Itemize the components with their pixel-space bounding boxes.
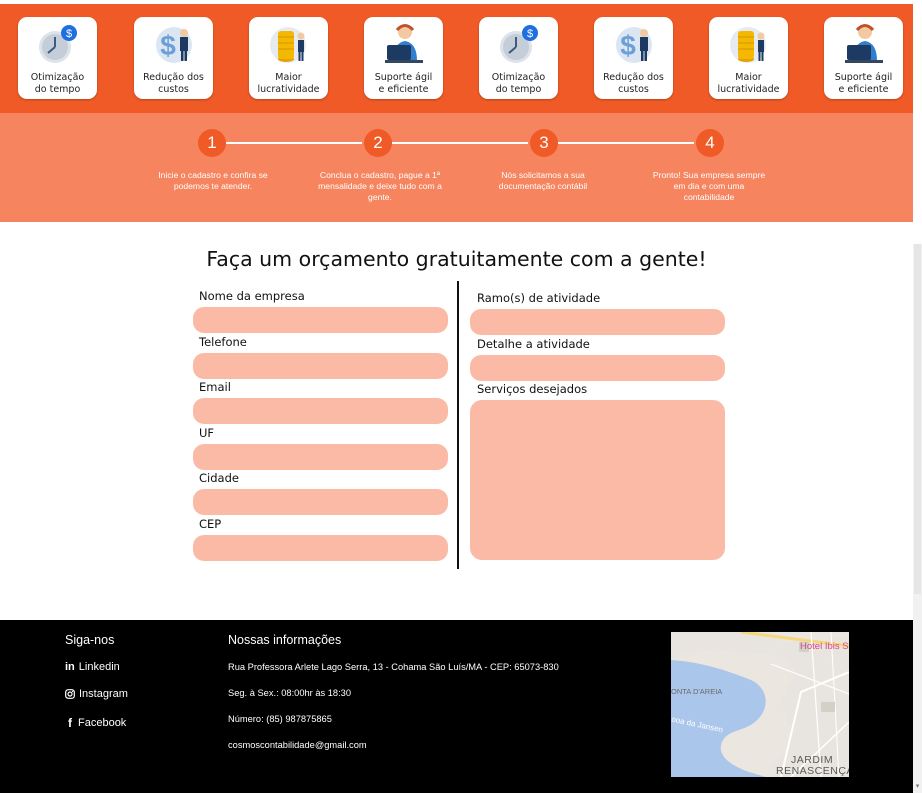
linkedin-label: Linkedin bbox=[78, 661, 120, 673]
footer: Siga-nos in Linkedin Instagram f Faceboo… bbox=[0, 620, 913, 793]
step-text: Conclua o cadastro, pague a 1ª mensalida… bbox=[318, 170, 442, 202]
facebook-icon: f bbox=[68, 716, 72, 730]
benefit-card: $ Otimização do tempo bbox=[479, 17, 558, 99]
benefit-label: Maior lucratividade bbox=[717, 72, 780, 95]
instagram-icon bbox=[65, 689, 75, 699]
support-agent-icon bbox=[845, 24, 883, 63]
map-label-area: ONTA D'AREIA bbox=[671, 687, 723, 696]
company-name-field[interactable] bbox=[193, 307, 448, 333]
support-agent-icon bbox=[385, 24, 423, 63]
step-number: 2 bbox=[364, 129, 392, 157]
coins-man-icon bbox=[730, 27, 766, 63]
step-connector bbox=[226, 142, 362, 144]
hours-text: Seg. à Sex.: 08:00hr às 18:30 bbox=[228, 688, 352, 698]
clock-dollar-icon: $ bbox=[39, 25, 77, 63]
benefit-card: $ Redução dos custos bbox=[134, 17, 213, 99]
activity-branch-field[interactable] bbox=[470, 309, 725, 335]
uf-label: UF bbox=[199, 426, 215, 440]
map-label-hotel: Hotel Ibis S bbox=[800, 641, 849, 652]
step-connector bbox=[392, 142, 528, 144]
svg-text:$: $ bbox=[160, 30, 176, 61]
activity-branch-label: Ramo(s) de atividade bbox=[477, 291, 601, 305]
scroll-down-icon[interactable]: ▾ bbox=[913, 782, 922, 791]
benefit-label: Suporte ágil e eficiente bbox=[834, 72, 893, 95]
address-text: Rua Professora Arlete Lago Serra, 13 - C… bbox=[228, 662, 559, 672]
coins-man-icon bbox=[270, 27, 306, 63]
phone-text: Número: (85) 987875865 bbox=[228, 714, 332, 724]
dollar-man-icon: $ bbox=[156, 27, 192, 63]
benefit-label: Maior lucratividade bbox=[257, 72, 320, 95]
step-number: 4 bbox=[696, 129, 724, 157]
step-text: Pronto! Sua empresa sempre em dia e com … bbox=[652, 170, 766, 202]
step-text: Inicie o cadastro e confira se podemos t… bbox=[158, 170, 268, 191]
benefit-card: Maior lucratividade bbox=[709, 17, 788, 99]
cep-label: CEP bbox=[199, 517, 222, 531]
email-label: Email bbox=[199, 380, 231, 394]
linkedin-icon: in bbox=[65, 661, 75, 673]
dollar-man-icon: $ bbox=[616, 27, 652, 63]
scrollbar-thumb[interactable] bbox=[914, 244, 921, 594]
step-connector bbox=[558, 142, 694, 144]
benefit-label: Suporte ágil e eficiente bbox=[374, 72, 433, 95]
uf-field[interactable] bbox=[193, 444, 448, 470]
benefit-card: Maior lucratividade bbox=[249, 17, 328, 99]
phone-field[interactable] bbox=[193, 353, 448, 379]
company-name-label: Nome da empresa bbox=[199, 289, 305, 303]
cep-field[interactable] bbox=[193, 535, 448, 561]
svg-text:$: $ bbox=[66, 28, 72, 40]
step-text: Nós solicitamos a sua documentação contá… bbox=[498, 170, 588, 191]
benefit-label: Otimização do tempo bbox=[30, 72, 85, 95]
step-number: 1 bbox=[198, 129, 226, 157]
benefit-label: Redução dos custos bbox=[143, 72, 204, 95]
benefit-card: $ Otimização do tempo bbox=[18, 17, 97, 99]
benefit-label: Redução dos custos bbox=[603, 72, 664, 95]
city-field[interactable] bbox=[193, 489, 448, 515]
form-divider bbox=[457, 281, 459, 569]
clock-dollar-icon: $ bbox=[500, 25, 538, 63]
steps-band: 1 2 3 4 Inicie o cadastro e confira se p… bbox=[0, 113, 913, 222]
svg-text:$: $ bbox=[527, 28, 533, 40]
email-text[interactable]: cosmoscontabilidade@gmail.com bbox=[228, 740, 367, 750]
services-label: Serviços desejados bbox=[477, 382, 588, 396]
benefit-card: $ Redução dos custos bbox=[594, 17, 673, 99]
email-field[interactable] bbox=[193, 398, 448, 424]
facebook-link[interactable]: f Facebook bbox=[66, 716, 126, 730]
info-title: Nossas informações bbox=[228, 633, 342, 647]
benefit-card: Suporte ágil e eficiente bbox=[824, 17, 903, 99]
benefits-strip: $ Otimização do tempo $ Redução dos cust… bbox=[0, 4, 913, 113]
benefit-label: Otimização do tempo bbox=[491, 72, 546, 95]
instagram-link[interactable]: Instagram bbox=[65, 688, 128, 700]
map-label-district-2: RENASCENÇA bbox=[776, 765, 849, 777]
activity-detail-label: Detalhe a atividade bbox=[477, 337, 590, 351]
linkedin-link[interactable]: in Linkedin bbox=[65, 661, 120, 673]
svg-text:$: $ bbox=[620, 30, 636, 61]
page-scrollbar[interactable]: ▾ bbox=[913, 244, 922, 793]
social-title: Siga-nos bbox=[65, 633, 115, 647]
benefit-card: Suporte ágil e eficiente bbox=[364, 17, 443, 99]
facebook-label: Facebook bbox=[78, 717, 127, 729]
step-number: 3 bbox=[530, 129, 558, 157]
instagram-label: Instagram bbox=[79, 688, 128, 700]
form-title: Faça um orçamento gratuitamente com a ge… bbox=[206, 247, 707, 271]
location-map[interactable]: Hotel Ibis S ONTA D'AREIA ooa da Jansen … bbox=[671, 632, 849, 777]
city-label: Cidade bbox=[199, 471, 239, 485]
services-textarea[interactable] bbox=[470, 400, 725, 560]
activity-detail-field[interactable] bbox=[470, 355, 725, 381]
phone-label: Telefone bbox=[199, 335, 247, 349]
